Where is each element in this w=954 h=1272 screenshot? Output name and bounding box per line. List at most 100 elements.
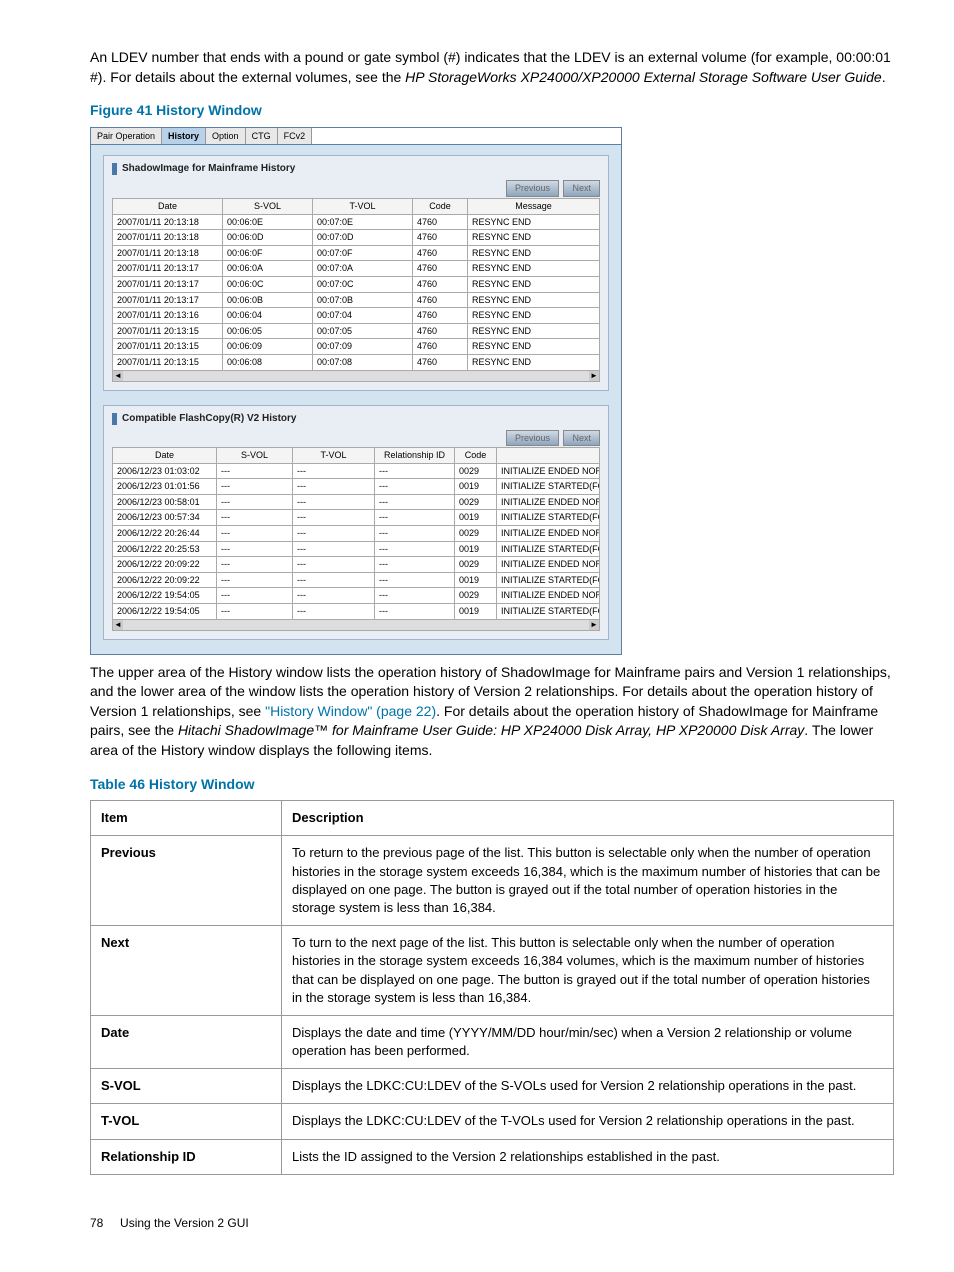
doc-table-header: Item: [91, 801, 282, 836]
table-cell: 4760: [413, 214, 468, 230]
table-cell: RESYNC END: [468, 230, 600, 246]
history-window-link[interactable]: "History Window" (page 22): [265, 703, 436, 719]
table-row[interactable]: 2006/12/23 00:57:34---------0019INITIALI…: [113, 510, 600, 526]
item-cell: Previous: [91, 836, 282, 926]
table-cell: 2006/12/23 00:57:34: [113, 510, 217, 526]
table-cell: ---: [375, 526, 455, 542]
table-row[interactable]: 2007/01/11 20:13:1700:06:0B00:07:0B4760R…: [113, 292, 600, 308]
table-cell: ---: [375, 479, 455, 495]
table-cell: ---: [293, 463, 375, 479]
table-cell: 0029: [455, 557, 497, 573]
column-header: Message: [468, 198, 600, 214]
column-header: Relationship ID: [375, 448, 455, 464]
table-row[interactable]: 2007/01/11 20:13:1600:06:0400:07:044760R…: [113, 308, 600, 324]
tab-option[interactable]: Option: [206, 128, 246, 145]
panel1-scrollbar[interactable]: ◄ ►: [112, 370, 600, 382]
table-cell: RESYNC END: [468, 323, 600, 339]
table-row[interactable]: 2006/12/22 20:09:22---------0029INITIALI…: [113, 557, 600, 573]
table-cell: 4760: [413, 292, 468, 308]
table-cell: INITIALIZE STARTED(FC: [497, 572, 600, 588]
table-cell: 0029: [455, 588, 497, 604]
table-cell: ---: [217, 494, 293, 510]
page-number: 78: [90, 1216, 103, 1230]
table-row[interactable]: 2007/01/11 20:13:1500:06:0900:07:094760R…: [113, 339, 600, 355]
table-cell: 00:07:08: [313, 354, 413, 370]
table-cell: ---: [293, 572, 375, 588]
table-row[interactable]: 2007/01/11 20:13:1800:06:0D00:07:0D4760R…: [113, 230, 600, 246]
table-row[interactable]: 2006/12/22 19:54:05---------0029INITIALI…: [113, 588, 600, 604]
table-cell: ---: [375, 588, 455, 604]
table-cell: ---: [217, 604, 293, 620]
table-cell: 2007/01/11 20:13:17: [113, 261, 223, 277]
doc-table-row: PreviousTo return to the previous page o…: [91, 836, 894, 926]
table-cell: 2007/01/11 20:13:18: [113, 230, 223, 246]
table-row[interactable]: 2007/01/11 20:13:1500:06:0800:07:084760R…: [113, 354, 600, 370]
table-cell: 00:06:08: [223, 354, 313, 370]
panel2-next-button[interactable]: Next: [563, 430, 600, 447]
table-cell: INITIALIZE STARTED(FC: [497, 604, 600, 620]
table-row[interactable]: 2006/12/22 20:09:22---------0019INITIALI…: [113, 572, 600, 588]
table-cell: 00:07:0C: [313, 276, 413, 292]
column-header: T-VOL: [313, 198, 413, 214]
table-cell: 0019: [455, 510, 497, 526]
table-cell: ---: [293, 526, 375, 542]
table-cell: 00:07:0F: [313, 245, 413, 261]
table-cell: 00:06:0A: [223, 261, 313, 277]
scroll-right-icon[interactable]: ►: [589, 620, 599, 630]
tab-fcv2[interactable]: FCv2: [278, 128, 313, 145]
tab-ctg[interactable]: CTG: [246, 128, 278, 145]
table-row[interactable]: 2007/01/11 20:13:1700:06:0A00:07:0A4760R…: [113, 261, 600, 277]
table-cell: 4760: [413, 308, 468, 324]
table-row[interactable]: 2006/12/23 01:01:56---------0019INITIALI…: [113, 479, 600, 495]
table-row[interactable]: 2006/12/23 01:03:02---------0029INITIALI…: [113, 463, 600, 479]
table-row[interactable]: 2006/12/23 00:58:01---------0029INITIALI…: [113, 494, 600, 510]
table-row[interactable]: 2007/01/11 20:13:1800:06:0E00:07:0E4760R…: [113, 214, 600, 230]
table-cell: ---: [217, 526, 293, 542]
table-cell: 4760: [413, 323, 468, 339]
panel2-previous-button[interactable]: Previous: [506, 430, 559, 447]
table-row[interactable]: 2007/01/11 20:13:1700:06:0C00:07:0C4760R…: [113, 276, 600, 292]
column-header: T-VOL: [293, 448, 375, 464]
table-row[interactable]: 2007/01/11 20:13:1800:06:0F00:07:0F4760R…: [113, 245, 600, 261]
table-cell: ---: [293, 510, 375, 526]
scroll-left-icon[interactable]: ◄: [113, 620, 123, 630]
table-cell: ---: [217, 572, 293, 588]
table-row[interactable]: 2006/12/22 19:54:05---------0019INITIALI…: [113, 604, 600, 620]
table-row[interactable]: 2006/12/22 20:25:53---------0019INITIALI…: [113, 541, 600, 557]
table-cell: RESYNC END: [468, 308, 600, 324]
table-cell: 00:07:09: [313, 339, 413, 355]
panel1-previous-button[interactable]: Previous: [506, 180, 559, 197]
doc-table-row: NextTo turn to the next page of the list…: [91, 926, 894, 1016]
table-cell: 4760: [413, 276, 468, 292]
tab-history[interactable]: History: [162, 128, 206, 145]
shadowimage-panel: ShadowImage for Mainframe History Previo…: [103, 155, 609, 390]
scroll-right-icon[interactable]: ►: [589, 371, 599, 381]
table-cell: RESYNC END: [468, 354, 600, 370]
table-cell: 2007/01/11 20:13:15: [113, 354, 223, 370]
column-header: [497, 448, 600, 464]
panel1-next-button[interactable]: Next: [563, 180, 600, 197]
table-cell: 00:07:05: [313, 323, 413, 339]
page-footer: 78 Using the Version 2 GUI: [90, 1215, 894, 1232]
tab-pair-operation[interactable]: Pair Operation: [91, 128, 162, 145]
table-row[interactable]: 2006/12/22 20:26:44---------0029INITIALI…: [113, 526, 600, 542]
table-cell: 0029: [455, 463, 497, 479]
table-cell: 2007/01/11 20:13:17: [113, 276, 223, 292]
table-row[interactable]: 2007/01/11 20:13:1500:06:0500:07:054760R…: [113, 323, 600, 339]
panel2-scrollbar[interactable]: ◄ ►: [112, 619, 600, 631]
table-cell: INITIALIZE STARTED(FC: [497, 510, 600, 526]
table-cell: 2007/01/11 20:13:15: [113, 323, 223, 339]
description-cell: Lists the ID assigned to the Version 2 r…: [282, 1139, 894, 1174]
column-header: S-VOL: [223, 198, 313, 214]
scroll-left-icon[interactable]: ◄: [113, 371, 123, 381]
doc-table: ItemDescriptionPreviousTo return to the …: [90, 800, 894, 1175]
table-cell: ---: [217, 463, 293, 479]
mid-paragraph: The upper area of the History window lis…: [90, 663, 894, 761]
table-cell: ---: [217, 557, 293, 573]
panel2-table: DateS-VOLT-VOLRelationship IDCode2006/12…: [112, 447, 600, 620]
table-cell: 00:06:0E: [223, 214, 313, 230]
table-cell: 2007/01/11 20:13:18: [113, 245, 223, 261]
table-cell: INITIALIZE ENDED NORI: [497, 494, 600, 510]
table-cell: 0019: [455, 604, 497, 620]
table-cell: 00:06:04: [223, 308, 313, 324]
